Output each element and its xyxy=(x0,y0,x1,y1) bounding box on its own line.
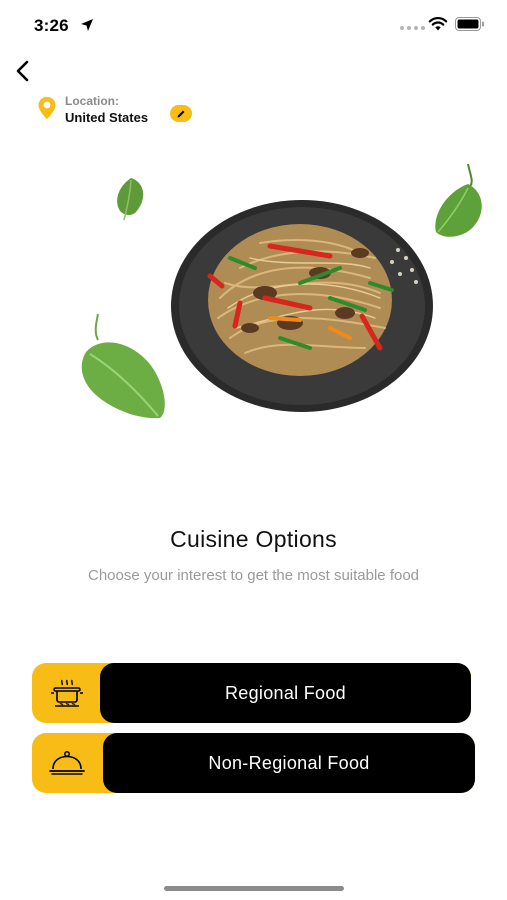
home-indicator[interactable] xyxy=(164,886,344,891)
regional-food-label-area[interactable]: Regional Food xyxy=(100,663,471,723)
leaf-decoration xyxy=(117,178,144,221)
leaf-decoration xyxy=(81,313,165,419)
cooking-pot-icon xyxy=(32,663,102,723)
non-regional-food-label: Non-Regional Food xyxy=(208,752,370,773)
location-arrow-icon xyxy=(81,19,93,31)
battery-icon xyxy=(455,17,484,31)
signal-dots-icon xyxy=(400,26,425,30)
non-regional-food-label-area[interactable]: Non-Regional Food xyxy=(103,733,475,793)
edit-location-button[interactable] xyxy=(170,105,192,122)
food-cloche-icon xyxy=(32,733,102,793)
non-regional-food-button[interactable]: Non-Regional Food xyxy=(32,733,475,793)
back-button[interactable] xyxy=(8,56,36,86)
hero-illustration xyxy=(0,150,507,440)
page-title: Cuisine Options xyxy=(170,526,337,552)
pencil-icon xyxy=(177,110,185,117)
location-selector: Location: United States xyxy=(37,94,207,126)
location-label: Location: xyxy=(65,94,119,108)
regional-food-button[interactable]: Regional Food xyxy=(32,663,471,723)
location-pin-icon xyxy=(38,97,56,119)
chevron-left-icon xyxy=(16,60,29,82)
page-subtitle: Choose your interest to get the most sui… xyxy=(87,567,420,584)
leaf-decoration xyxy=(435,163,482,237)
regional-food-label: Regional Food xyxy=(225,682,346,703)
status-time: 3:26 xyxy=(34,16,69,35)
location-value: United States xyxy=(65,110,149,125)
wifi-icon xyxy=(428,17,448,31)
noodles-plate-image xyxy=(171,200,433,412)
status-bar: 3:26 xyxy=(0,0,507,50)
